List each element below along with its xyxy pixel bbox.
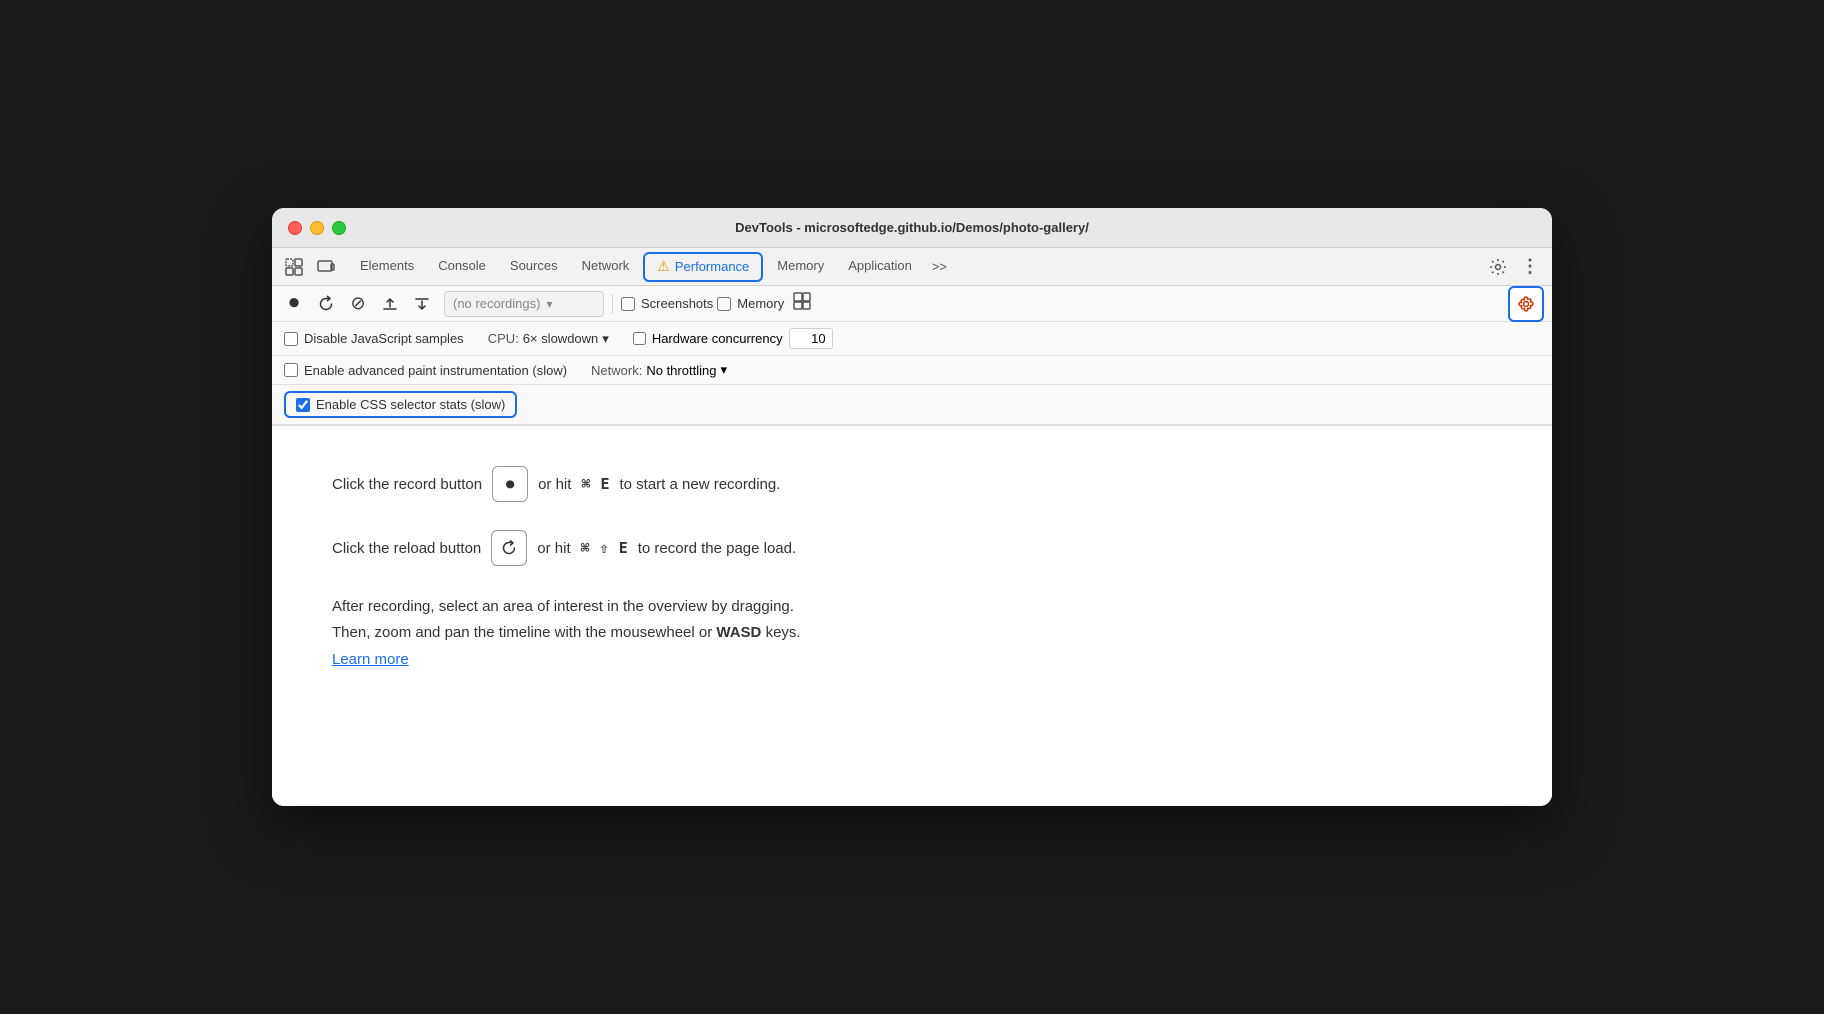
record-instruction-row: Click the record button ⏺ or hit ⌘ E to … xyxy=(332,466,780,502)
tab-console[interactable]: Console xyxy=(426,248,498,286)
screenshots-checkbox[interactable] xyxy=(621,297,635,311)
after-end: keys. xyxy=(766,624,801,641)
network-value: No throttling xyxy=(646,363,716,378)
record-button[interactable]: ⏺ xyxy=(280,290,308,318)
toolbar-separator xyxy=(612,294,613,314)
main-content: Click the record button ⏺ or hit ⌘ E to … xyxy=(272,426,1552,806)
after-line1: After recording, select an area of inter… xyxy=(332,598,794,615)
reload-key: E xyxy=(619,539,628,557)
dropdown-arrow-icon: ▾ xyxy=(546,297,552,311)
options-row-1: Disable JavaScript samples CPU: 6× slowd… xyxy=(272,322,1552,356)
record-instruction-text: Click the record button xyxy=(332,476,482,493)
cpu-label: CPU: xyxy=(488,331,519,346)
devtools-body: Elements Console Sources Network ⚠ Perfo… xyxy=(272,248,1552,806)
after-recording-block: After recording, select an area of inter… xyxy=(332,594,801,673)
recording-placeholder: (no recordings) xyxy=(453,296,540,311)
hardware-concurrency-label[interactable]: Hardware concurrency xyxy=(652,331,783,346)
memory-checkbox[interactable] xyxy=(717,297,731,311)
reload-instruction-text: Click the reload button xyxy=(332,540,481,557)
tab-sources[interactable]: Sources xyxy=(498,248,570,286)
reload-record-button[interactable] xyxy=(312,290,340,318)
more-options-button[interactable]: ⋮ xyxy=(1516,253,1544,281)
learn-more-link[interactable]: Learn more xyxy=(332,647,801,673)
wasd-label: WASD xyxy=(716,624,761,641)
memory-label[interactable]: Memory xyxy=(737,296,784,311)
cpu-value-dropdown[interactable]: 6× slowdown ▾ xyxy=(523,331,609,347)
advanced-paint-group: Enable advanced paint instrumentation (s… xyxy=(284,363,567,378)
screenshots-label[interactable]: Screenshots xyxy=(641,296,713,311)
tab-bar: Elements Console Sources Network ⚠ Perfo… xyxy=(272,248,1552,286)
options-row-2: Enable advanced paint instrumentation (s… xyxy=(272,356,1552,385)
tab-memory[interactable]: Memory xyxy=(765,248,836,286)
reload-instruction-row: Click the reload button or hit ⌘ ⇧ E to … xyxy=(332,530,796,566)
record-shortcut: ⌘ xyxy=(581,475,590,493)
css-selector-box: Enable CSS selector stats (slow) xyxy=(284,391,517,418)
maximize-button[interactable] xyxy=(332,221,346,235)
settings-button[interactable] xyxy=(1484,253,1512,281)
reload-suffix: to record the page load. xyxy=(638,540,796,557)
record-key: E xyxy=(600,475,609,493)
hardware-concurrency-input[interactable] xyxy=(789,328,833,349)
screenshots-checkbox-group: Screenshots xyxy=(621,296,713,311)
reload-icon-box xyxy=(491,530,527,566)
inspect-element-icon[interactable] xyxy=(280,253,308,281)
hardware-concurrency-checkbox[interactable] xyxy=(633,332,646,345)
device-toolbar-icon[interactable] xyxy=(312,253,340,281)
tab-application[interactable]: Application xyxy=(836,248,924,286)
advanced-paint-label[interactable]: Enable advanced paint instrumentation (s… xyxy=(304,363,567,378)
record-shortcut-prefix: or hit xyxy=(538,476,571,493)
hardware-concurrency-group: Hardware concurrency xyxy=(633,328,833,349)
close-button[interactable] xyxy=(288,221,302,235)
disable-js-samples-label[interactable]: Disable JavaScript samples xyxy=(304,331,464,346)
disable-js-samples-group: Disable JavaScript samples xyxy=(284,331,464,346)
after-line2: Then, zoom and pan the timeline with the… xyxy=(332,624,712,641)
cpu-dropdown-arrow: ▾ xyxy=(602,331,609,347)
main-toolbar: ⏺ ⊘ xyxy=(272,286,1552,322)
network-dropdown[interactable]: No throttling ▾ xyxy=(646,362,727,378)
download-button[interactable] xyxy=(408,290,436,318)
recording-dropdown[interactable]: (no recordings) ▾ xyxy=(444,291,604,317)
cpu-throttle-group: CPU: 6× slowdown ▾ xyxy=(488,331,609,347)
reload-shortcut-prefix: or hit xyxy=(537,540,570,557)
more-tabs-button[interactable]: >> xyxy=(924,259,955,274)
css-selector-row: Enable CSS selector stats (slow) xyxy=(272,385,1552,425)
minimize-button[interactable] xyxy=(310,221,324,235)
network-arrow-icon: ▾ xyxy=(720,362,727,378)
tab-icons xyxy=(280,253,340,281)
performance-settings-button[interactable] xyxy=(1508,286,1544,322)
reload-shortcut-shift: ⇧ xyxy=(600,539,609,557)
tab-actions: ⋮ xyxy=(1484,253,1544,281)
css-selector-label[interactable]: Enable CSS selector stats (slow) xyxy=(316,397,505,412)
reload-shortcut-cmd: ⌘ xyxy=(581,539,590,557)
traffic-lights xyxy=(288,221,346,235)
tab-performance[interactable]: ⚠ Performance xyxy=(643,252,763,282)
record-suffix: to start a new recording. xyxy=(620,476,781,493)
network-throttle-group: Network: No throttling ▾ xyxy=(591,362,727,378)
tab-network[interactable]: Network xyxy=(570,248,642,286)
disable-js-samples-checkbox[interactable] xyxy=(284,332,298,346)
upload-button[interactable] xyxy=(376,290,404,318)
memory-checkbox-group: Memory xyxy=(717,296,784,311)
network-label: Network: xyxy=(591,363,642,378)
paint-icon xyxy=(792,291,812,316)
performance-warning-icon: ⚠ xyxy=(657,258,670,275)
window-title: DevTools - microsoftedge.github.io/Demos… xyxy=(735,220,1089,235)
css-selector-checkbox[interactable] xyxy=(296,398,310,412)
tab-elements[interactable]: Elements xyxy=(348,248,426,286)
clear-button[interactable]: ⊘ xyxy=(344,290,372,318)
advanced-paint-checkbox[interactable] xyxy=(284,363,298,377)
titlebar: DevTools - microsoftedge.github.io/Demos… xyxy=(272,208,1552,248)
devtools-window: DevTools - microsoftedge.github.io/Demos… xyxy=(272,208,1552,806)
record-icon-box: ⏺ xyxy=(492,466,528,502)
